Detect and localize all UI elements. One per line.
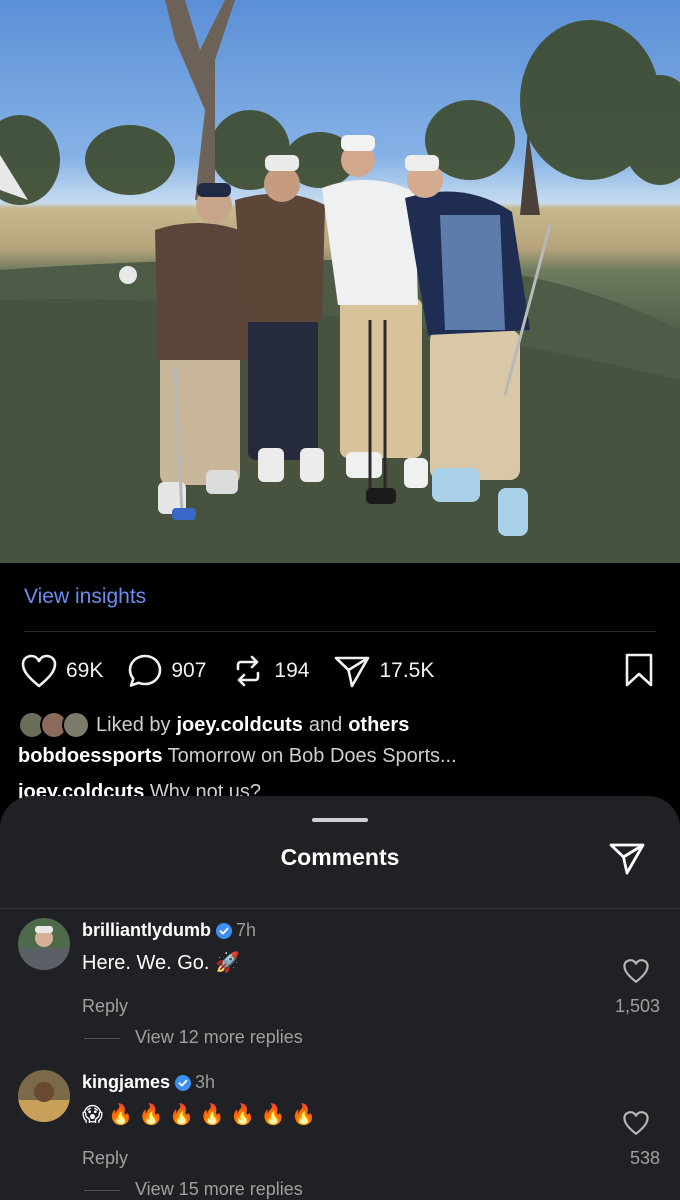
share-button[interactable]: 17.5K <box>333 653 434 689</box>
liked-by-others[interactable]: others <box>348 714 409 737</box>
sheet-share-button[interactable] <box>608 840 646 881</box>
share-count: 17.5K <box>379 659 435 682</box>
comment-header: kingjames 3h <box>82 1072 215 1093</box>
send-icon <box>335 656 370 688</box>
comments-sheet: Comments brilliantlydumb 7h Here. We. Go… <box>0 796 680 1200</box>
replies-line <box>84 1190 120 1191</box>
liked-by-prefix: Liked by <box>96 713 171 736</box>
divider <box>24 631 656 632</box>
comment-header: brilliantlydumb 7h <box>82 920 256 941</box>
comment-text: Here. We. Go. 🚀 <box>82 952 240 974</box>
view-insights-link[interactable]: View insights <box>24 585 146 609</box>
sheet-title: Comments <box>280 844 400 870</box>
replies-line <box>84 1038 120 1039</box>
comment-username[interactable]: kingjames <box>82 1072 170 1093</box>
reply-button[interactable]: Reply <box>82 1148 128 1169</box>
comment-button[interactable]: 907 <box>127 653 206 689</box>
view-more-replies[interactable]: View 15 more replies <box>135 1179 303 1200</box>
liked-by-row[interactable]: Liked by joey.coldcuts and others <box>18 711 415 739</box>
save-button[interactable] <box>624 653 654 692</box>
action-bar: 69K 907 194 17.5K <box>20 649 458 693</box>
liker-avatars <box>18 711 94 739</box>
comment-text: 😱 🔥 🔥 🔥 🔥 🔥 🔥 🔥 <box>82 1104 317 1126</box>
heart-icon <box>623 959 649 983</box>
post-photo[interactable] <box>0 0 680 563</box>
comment-time: 7h <box>236 920 257 940</box>
like-button[interactable]: 69K <box>20 653 103 689</box>
heart-icon <box>21 654 57 688</box>
comment-like-button[interactable] <box>622 958 650 989</box>
repost-button[interactable]: 194 <box>230 653 309 689</box>
golf-course-scene <box>0 0 680 563</box>
comment-count: 907 <box>171 659 207 682</box>
comment-like-button[interactable] <box>622 1110 650 1141</box>
bookmark-icon <box>625 653 653 687</box>
repost-count: 194 <box>274 659 310 682</box>
divider <box>0 908 680 909</box>
verified-badge-icon <box>216 922 233 939</box>
avatar[interactable] <box>18 1070 70 1122</box>
post-caption[interactable]: bobdoessports Tomorrow on Bob Does Sport… <box>18 745 457 768</box>
repost-icon <box>237 655 260 687</box>
comment-bubble-icon <box>129 654 162 687</box>
avatar-image <box>18 1070 70 1122</box>
comment-like-count: 538 <box>629 1148 660 1168</box>
reply-button[interactable]: Reply <box>82 996 128 1017</box>
comment-username[interactable]: brilliantlydumb <box>82 920 211 941</box>
post-details: View insights 69K 907 194 17.5K Liked by… <box>0 563 680 823</box>
liked-by-and: and <box>308 713 343 736</box>
avatar[interactable] <box>18 918 70 970</box>
drag-handle[interactable] <box>312 818 368 822</box>
like-count: 69K <box>66 659 104 682</box>
send-icon <box>609 843 645 875</box>
avatar <box>62 711 90 739</box>
verified-badge-icon <box>175 1074 192 1091</box>
comment-like-count: 1,503 <box>614 996 660 1016</box>
avatar-image <box>18 918 70 970</box>
heart-icon <box>623 1111 649 1135</box>
caption-text: Tomorrow on Bob Does Sports... <box>167 745 457 767</box>
comment-time: 3h <box>195 1072 216 1092</box>
view-more-replies[interactable]: View 12 more replies <box>135 1027 303 1048</box>
caption-username[interactable]: bobdoessports <box>18 745 162 767</box>
liked-by-user[interactable]: joey.coldcuts <box>177 714 303 737</box>
